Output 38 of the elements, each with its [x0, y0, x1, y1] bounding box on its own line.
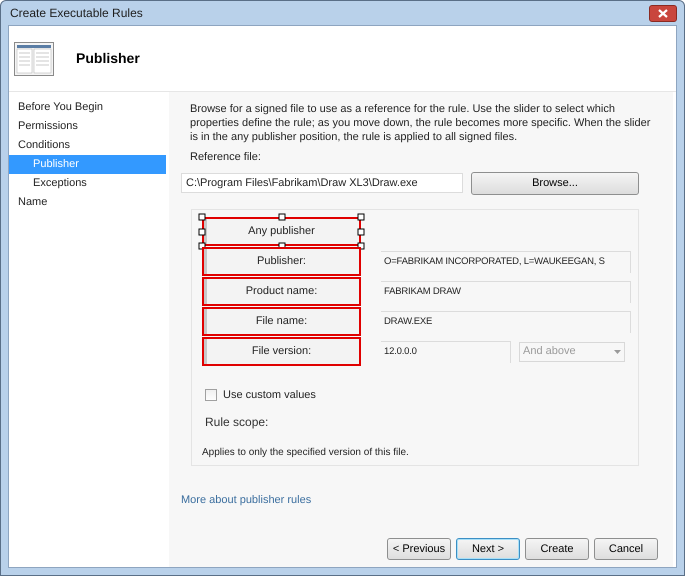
page-heading: Publisher [76, 49, 140, 68]
nav-item[interactable]: Conditions [9, 136, 166, 155]
close-button[interactable] [649, 4, 677, 22]
wizard-button[interactable]: < Previous [387, 538, 451, 560]
nav-item[interactable]: Name [9, 193, 166, 212]
window-title: Create Executable Rules [9, 5, 143, 22]
rule-scope-text: Applies to only the specified version of this file. [202, 446, 410, 460]
slider-position[interactable]: Any publisher [202, 217, 361, 246]
nav-item[interactable]: Before You Begin [9, 98, 166, 117]
selection-handle[interactable] [198, 228, 206, 235]
description-text: Browse for a signed file to use as a reference for the rule. Use the slider to select which properties define the rule; as you move down, the rule becomes more specific. When the slider is in the any publisher position, the rule is applied to all signed files. [189, 102, 652, 144]
property-field[interactable]: DRAW.EXE [381, 310, 631, 332]
wizard-button[interactable]: Cancel [594, 538, 658, 560]
wizard-button[interactable]: Create [525, 538, 589, 560]
wizard-button[interactable]: Next > [456, 538, 520, 560]
nav-item[interactable]: Exceptions [9, 174, 166, 193]
selection-handle[interactable] [358, 228, 364, 235]
nav-item[interactable]: Permissions [9, 117, 166, 136]
reference-file-field[interactable]: C:\Program Files\Fabrikam\Draw XL3\Draw.exe [181, 173, 463, 193]
slider-position[interactable]: File name: [202, 307, 361, 336]
property-field[interactable]: 12.0.0.0 [381, 340, 511, 362]
checkbox[interactable] [205, 388, 217, 401]
selection-handle[interactable] [278, 214, 285, 220]
property-field[interactable]: O=FABRIKAM INCORPORATED, L=WAUKEEGAN, S [381, 250, 631, 272]
window-layout-icon [14, 42, 54, 76]
reference-file-label: Reference file: [189, 150, 262, 165]
dropdown-arrow-icon [614, 350, 621, 354]
checkbox-label: Use custom values [223, 388, 316, 402]
slider-position[interactable]: File version: [202, 337, 361, 366]
selection-handle[interactable] [358, 214, 364, 220]
slider-position[interactable]: Publisher: [202, 247, 361, 276]
browse-button[interactable]: Browse... [471, 172, 639, 194]
property-field[interactable]: FABRIKAM DRAW [381, 280, 631, 302]
selection-handle[interactable] [198, 214, 206, 220]
slider-position[interactable]: Product name: [202, 277, 361, 306]
rule-scope-label: Rule scope: [205, 414, 270, 431]
publisher-rules-link[interactable]: More about publisher rules [181, 492, 661, 508]
close-icon [658, 8, 668, 18]
